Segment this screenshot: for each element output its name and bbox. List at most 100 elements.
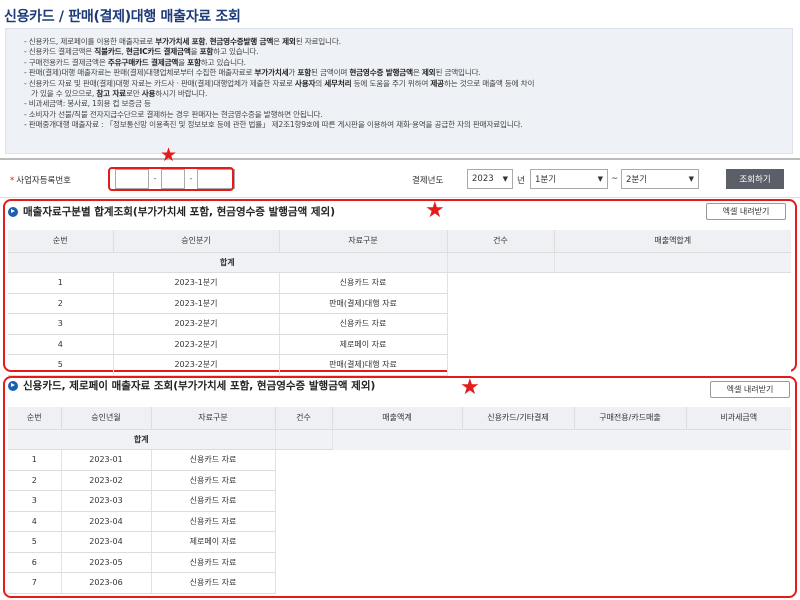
- col-header: 건수: [275, 407, 333, 430]
- table-row: 6 2023-05 신용카드 자료: [8, 552, 791, 573]
- col-header: 자료구분: [279, 230, 448, 253]
- table-cell: 신용카드 자료: [279, 313, 448, 335]
- table-cell: 7: [8, 572, 62, 594]
- notice-item: 구매전용카드 결제금액은 주유구매카드 결제금액을 포함하고 있습니다.: [24, 58, 782, 68]
- sum-count: [447, 252, 555, 273]
- table-cell: 판매(결제)대행 자료: [279, 293, 448, 314]
- section2-table: 순번 승인년월 자료구분 건수 매출액계 신용카드/기타결제 구매전용/카드매출…: [8, 407, 791, 594]
- section2-excel-button[interactable]: 엑셀 내려받기: [710, 381, 790, 398]
- search-button[interactable]: 조회하기: [726, 169, 784, 189]
- table-cell: 2: [8, 470, 62, 491]
- table-cell: 신용카드 자료: [151, 552, 276, 573]
- empty-cell: [447, 334, 791, 355]
- notice-item: 판매중개대행 매출자료 : 「정보통신망 이용촉진 및 정보보호 등에 관한 법…: [24, 120, 782, 130]
- empty-cell: [447, 354, 791, 375]
- table-cell: 2: [8, 293, 114, 314]
- notice-box: 신용카드, 제로페이를 이용한 매출자료로 부가가치세 포함, 현금영수증발행 …: [5, 28, 793, 154]
- col-header: 순번: [8, 230, 114, 253]
- section1-title: 매출자료구분별 합계조회(부가가치세 포함, 현금영수증 발행금액 제외): [8, 204, 335, 219]
- notice-item: 신용카드 결제금액은 직불카드, 현금IC카드 결제금액을 포함하고 있습니다.: [24, 47, 782, 57]
- table-row: 2 2023-1분기 판매(결제)대행 자료: [8, 293, 791, 314]
- table-cell: 2023-02: [61, 470, 152, 491]
- chevron-down-icon: ▼: [597, 175, 603, 183]
- table-cell: 6: [8, 552, 62, 573]
- sum-count: [275, 429, 333, 450]
- table-cell: 2023-03: [61, 490, 152, 512]
- table-cell: 3: [8, 313, 114, 335]
- sum-amount: [554, 252, 791, 273]
- section2-title: 신용카드, 제로페이 매출자료 조회(부가가치세 포함, 현금영수증 발행금액 …: [8, 378, 375, 393]
- table-cell: 5: [8, 531, 62, 553]
- empty-cell: [275, 511, 791, 532]
- from-quarter-select[interactable]: 1분기 ▼: [530, 169, 608, 189]
- empty-cell: [275, 531, 791, 552]
- empty-cell: [332, 429, 791, 450]
- table-cell: 판매(결제)대행 자료: [279, 354, 448, 376]
- table-cell: 2023-04: [61, 511, 152, 532]
- table-row: 5 2023-2분기 판매(결제)대행 자료: [8, 354, 791, 376]
- notice-item: 판매(결제)대행 매출자료는 판매(결제)대행업체로부터 수집한 매출자료로 부…: [24, 68, 782, 78]
- table-cell: 2023-1분기: [113, 293, 280, 314]
- col-header: 승인분기: [113, 230, 280, 253]
- table-cell: 2023-1분기: [113, 272, 280, 294]
- bullet-icon: [8, 380, 18, 391]
- table-cell: 4: [8, 511, 62, 532]
- table-cell: 신용카드 자료: [151, 490, 276, 512]
- to-quarter-select[interactable]: 2분기 ▼: [621, 169, 699, 189]
- col-header: 매출액합계: [554, 230, 791, 253]
- table-row: 2 2023-02 신용카드 자료: [8, 470, 791, 491]
- table-cell: 신용카드 자료: [151, 449, 276, 471]
- table-cell: 2023-01: [61, 449, 152, 471]
- sum-row: 합계: [8, 252, 791, 273]
- col-header: 순번: [8, 407, 62, 430]
- col-header: 자료구분: [151, 407, 276, 430]
- table-cell: 제로페이 자료: [279, 334, 448, 355]
- required-mark: *: [10, 176, 15, 186]
- star-icon: ★: [460, 375, 480, 400]
- star-icon: ★: [425, 198, 445, 223]
- bizno-label: * 사업자등록번호: [10, 176, 71, 186]
- table-row: 4 2023-04 신용카드 자료: [8, 511, 791, 532]
- section1-table: 순번 승인분기 자료구분 건수 매출액합계 합계 1 2023-1분기 신용카드 자…: [8, 230, 791, 376]
- table-cell: 1: [8, 449, 62, 471]
- table-row: 1 2023-01 신용카드 자료: [8, 449, 791, 471]
- table-row: 3 2023-2분기 신용카드 자료: [8, 313, 791, 335]
- sum-label: 합계: [8, 429, 276, 450]
- table-cell: 2023-2분기: [113, 313, 280, 335]
- table-cell: 신용카드 자료: [279, 272, 448, 294]
- empty-cell: [447, 313, 791, 334]
- year-label: 결제년도: [412, 176, 444, 186]
- table-cell: 5: [8, 354, 114, 376]
- col-header: 건수: [447, 230, 555, 253]
- empty-cell: [447, 272, 791, 293]
- empty-cell: [275, 552, 791, 573]
- table-cell: 제로페이 자료: [151, 531, 276, 553]
- highlight-box-bizno: [108, 167, 234, 191]
- table-cell: 1: [8, 272, 114, 294]
- notice-item: 신용카드, 제로페이를 이용한 매출자료로 부가가치세 포함, 현금영수증발행 …: [24, 37, 782, 47]
- notice-item: 비과세금액: 봉사료, 1회용 컵 보증금 등: [24, 99, 782, 109]
- section1-excel-button[interactable]: 엑셀 내려받기: [706, 203, 786, 220]
- col-header: 승인년월: [61, 407, 152, 430]
- table-cell: 2023-04: [61, 531, 152, 553]
- empty-cell: [275, 470, 791, 491]
- chevron-down-icon: ▼: [688, 175, 694, 183]
- empty-cell: [447, 293, 791, 314]
- col-header: 매출액계: [332, 407, 463, 430]
- table-row: 7 2023-06 신용카드 자료: [8, 572, 791, 594]
- sum-row: 합계: [8, 429, 791, 450]
- notice-item: 가 있을 수 있으므로, 참고 자료로만 사용하시기 바랍니다.: [31, 89, 208, 99]
- notice-item: 소비자가 선불/직불 전자지급수단으로 결제하는 경우 판매자는 현금영수증을 …: [24, 110, 782, 120]
- empty-cell: [275, 449, 791, 470]
- year-select[interactable]: 2023 ▼: [467, 169, 513, 189]
- table-cell: 2023-05: [61, 552, 152, 573]
- notice-item: 신용카드 자료 및 판매(결제)대행 자료는 카드사 · 판매(결제)대행업체가…: [24, 79, 782, 89]
- col-header: 구매전용/카드매출: [574, 407, 687, 430]
- table-cell: 2023-2분기: [113, 354, 280, 376]
- bullet-icon: [8, 206, 18, 217]
- table-cell: 3: [8, 490, 62, 512]
- tilde: ~: [611, 174, 619, 184]
- table-cell: 4: [8, 334, 114, 355]
- star-icon: ★: [160, 144, 178, 166]
- chevron-down-icon: ▼: [502, 175, 508, 183]
